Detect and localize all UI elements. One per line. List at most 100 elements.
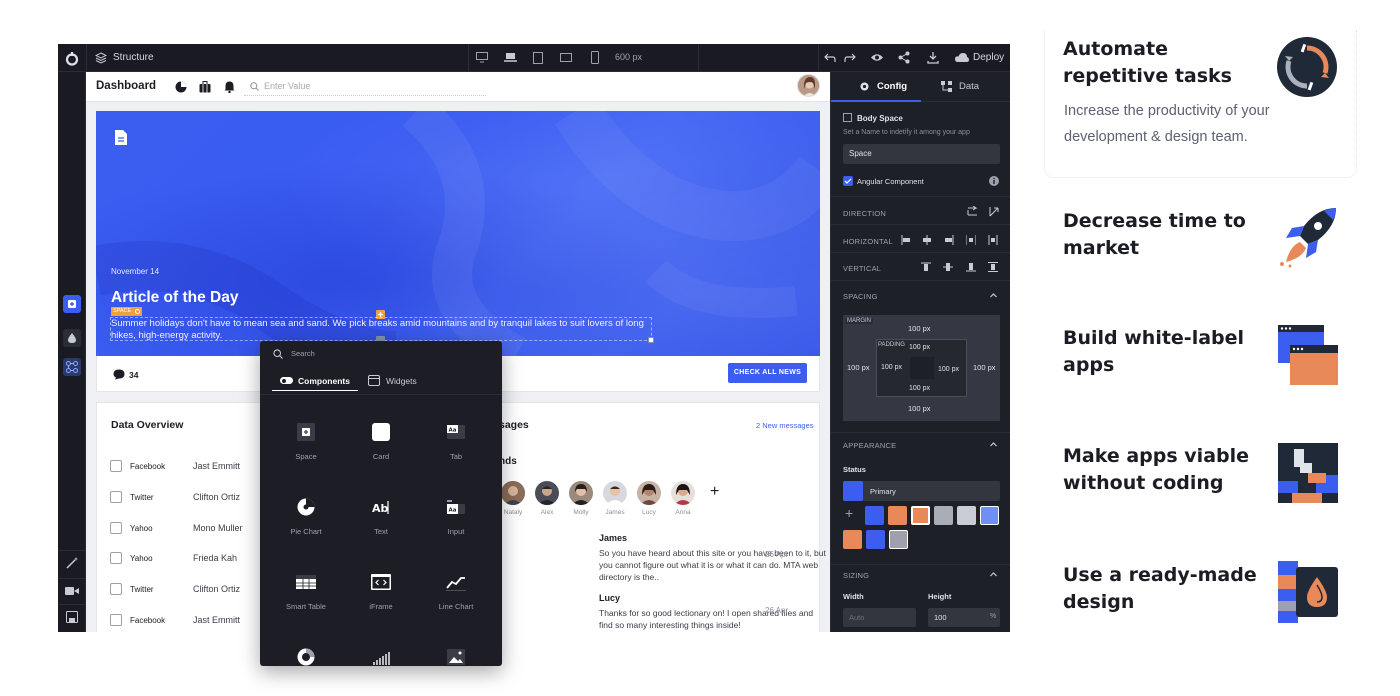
component-text[interactable]: Ab Text	[346, 497, 416, 536]
align-left-icon[interactable]	[901, 235, 911, 245]
canvas-width-value[interactable]: 600 px	[615, 52, 642, 62]
space-around-icon[interactable]	[988, 235, 998, 245]
pie-chart-icon[interactable]	[175, 81, 187, 93]
info-icon[interactable]	[989, 176, 999, 186]
component-input[interactable]: Aa Input	[421, 497, 491, 536]
margin-bottom-value[interactable]: 100 px	[908, 404, 931, 413]
friend-avatar[interactable]	[535, 481, 559, 505]
row-checkbox[interactable]	[110, 583, 122, 595]
row-checkbox[interactable]	[110, 491, 122, 503]
margin-right-value[interactable]: 100 px	[973, 363, 996, 372]
new-messages-link[interactable]: 2 New messages	[756, 421, 814, 430]
mobile-view-icon[interactable]	[591, 51, 599, 64]
width-input[interactable]: Auto	[843, 608, 916, 627]
component-iframe[interactable]: iFrame	[346, 572, 416, 611]
align-bottom-icon[interactable]	[966, 262, 976, 272]
friend-avatar[interactable]	[569, 481, 593, 505]
row-checkbox[interactable]	[110, 522, 122, 534]
margin-top-value[interactable]: 100 px	[908, 324, 931, 333]
header-search-field[interactable]: Enter Value	[244, 80, 486, 96]
color-swatch[interactable]	[866, 530, 885, 549]
friend-avatar[interactable]	[637, 481, 661, 505]
friend-avatar[interactable]	[603, 481, 627, 505]
status-select[interactable]: Primary	[843, 481, 1000, 501]
component-space[interactable]: Space	[271, 422, 341, 461]
padding-top-value[interactable]: 100 px	[909, 344, 930, 351]
margin-box[interactable]: MARGIN 100 px 100 px 100 px 100 px PADDI…	[843, 315, 1000, 421]
desktop-view-icon[interactable]	[476, 52, 488, 63]
row-checkbox[interactable]	[110, 552, 122, 564]
user-avatar[interactable]	[797, 74, 820, 97]
align-middle-icon[interactable]	[943, 262, 953, 272]
image-icon[interactable]	[446, 647, 466, 666]
color-swatch[interactable]	[865, 506, 884, 525]
direction-row-icon[interactable]	[967, 206, 978, 217]
color-swatch[interactable]	[843, 530, 862, 549]
color-swatch[interactable]	[957, 506, 976, 525]
add-component-button[interactable]	[63, 295, 81, 313]
tablet-view-icon[interactable]	[533, 52, 543, 64]
padding-left-value[interactable]: 100 px	[881, 364, 902, 371]
tab-widgets[interactable]: Widgets	[366, 371, 436, 391]
structure-button[interactable]: Structure	[113, 52, 154, 63]
video-camera-icon[interactable]	[65, 586, 79, 596]
color-swatch[interactable]	[934, 506, 953, 525]
tablet-landscape-icon[interactable]	[560, 53, 572, 62]
color-swatch[interactable]	[980, 506, 999, 525]
article-hero-banner[interactable]: November 14 Article of the Day SPACE Sum…	[96, 111, 820, 356]
corner-handle[interactable]	[648, 337, 654, 343]
align-top-icon[interactable]	[921, 262, 931, 272]
row-checkbox[interactable]	[110, 614, 122, 626]
space-between-icon[interactable]	[966, 235, 976, 245]
component-tab[interactable]: Aa Tab	[421, 422, 491, 461]
padding-bottom-value[interactable]: 100 px	[909, 385, 930, 392]
component-pie-chart[interactable]: Pie Chart	[271, 497, 341, 536]
theme-drop-icon[interactable]	[63, 329, 81, 347]
undo-icon[interactable]	[824, 52, 836, 63]
donut-chart-icon[interactable]	[296, 647, 316, 666]
save-disk-icon[interactable]	[66, 611, 78, 623]
name-input[interactable]: Space	[843, 144, 1000, 164]
popup-search-input[interactable]: Search	[291, 349, 315, 358]
height-input[interactable]: 100 %	[928, 608, 1000, 627]
component-smart-table[interactable]: Smart Table	[271, 572, 341, 611]
cloud-deploy-icon[interactable]	[955, 52, 969, 63]
workflow-icon[interactable]	[63, 358, 81, 376]
add-friend-button[interactable]: +	[710, 483, 719, 501]
friend-avatar[interactable]	[671, 481, 695, 505]
collapse-chevron-icon[interactable]	[989, 291, 998, 300]
preview-eye-icon[interactable]	[870, 52, 884, 63]
direction-column-icon[interactable]	[988, 206, 999, 217]
color-swatch[interactable]	[888, 506, 907, 525]
padding-right-value[interactable]: 100 px	[938, 366, 959, 373]
margin-left-value[interactable]: 100 px	[847, 363, 870, 372]
magic-wand-icon[interactable]	[65, 556, 79, 570]
stretch-icon[interactable]	[988, 262, 998, 272]
share-icon[interactable]	[898, 51, 910, 64]
friend-avatar[interactable]	[501, 481, 525, 505]
collapse-chevron-icon[interactable]	[989, 440, 998, 449]
check-all-news-button[interactable]: CHECK ALL NEWS	[728, 363, 807, 383]
collapse-chevron-icon[interactable]	[989, 570, 998, 579]
deploy-button[interactable]: Deploy	[973, 52, 1004, 63]
angular-checkbox[interactable]	[843, 176, 853, 186]
component-card[interactable]: Card	[346, 422, 416, 461]
redo-icon[interactable]	[844, 52, 856, 63]
tab-data[interactable]: Data	[921, 72, 1010, 102]
bar-signal-icon[interactable]	[371, 647, 391, 666]
laptop-view-icon[interactable]	[504, 52, 517, 63]
add-swatch-icon[interactable]: +	[845, 506, 859, 520]
align-center-icon[interactable]	[922, 235, 932, 245]
tab-components[interactable]: Components	[272, 371, 358, 391]
briefcase-icon[interactable]	[199, 81, 211, 93]
tab-config[interactable]: Config	[831, 72, 921, 102]
row-checkbox[interactable]	[110, 460, 122, 472]
download-icon[interactable]	[927, 51, 939, 64]
component-line-chart[interactable]: Line Chart	[421, 572, 491, 611]
color-swatch-selected[interactable]	[911, 506, 930, 525]
align-right-icon[interactable]	[944, 235, 954, 245]
bell-icon[interactable]	[224, 81, 235, 93]
padding-box[interactable]: PADDING 100 px 100 px 100 px 100 px	[876, 339, 967, 397]
color-swatch[interactable]	[889, 530, 908, 549]
tag-gear-icon[interactable]	[133, 307, 142, 316]
